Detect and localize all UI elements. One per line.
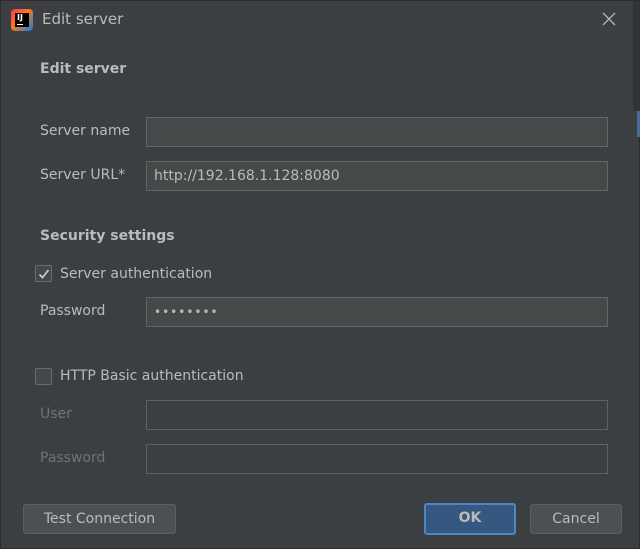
- user-label: User: [40, 406, 72, 422]
- security-settings-title: Security settings: [40, 228, 175, 244]
- http-basic-authentication-label[interactable]: HTTP Basic authentication: [60, 368, 244, 384]
- intellij-idea-icon: IJ: [11, 9, 33, 31]
- server-url-input[interactable]: http://192.168.1.128:8080: [146, 161, 608, 191]
- ok-button[interactable]: OK: [424, 503, 516, 535]
- server-authentication-checkbox[interactable]: [35, 265, 52, 282]
- server-authentication-label[interactable]: Server authentication: [60, 266, 212, 282]
- password-input[interactable]: ••••••••: [146, 297, 608, 327]
- basic-password-input[interactable]: [146, 444, 608, 474]
- background-window-edge: [633, 1, 640, 111]
- server-name-label: Server name: [40, 123, 131, 139]
- checkmark-icon: [38, 269, 50, 279]
- user-input[interactable]: [146, 400, 608, 430]
- cancel-button[interactable]: Cancel: [530, 504, 622, 534]
- title-bar: IJ Edit server: [1, 1, 640, 37]
- password-label: Password: [40, 303, 106, 319]
- http-basic-authentication-checkbox[interactable]: [35, 368, 52, 385]
- server-url-label: Server URL*: [40, 167, 126, 183]
- section-title: Edit server: [40, 61, 127, 77]
- basic-password-label: Password: [40, 450, 106, 466]
- server-name-input[interactable]: [146, 117, 608, 147]
- close-icon[interactable]: [598, 8, 620, 30]
- test-connection-button[interactable]: Test Connection: [23, 504, 176, 534]
- window-title: Edit server: [42, 10, 124, 28]
- edit-server-dialog: IJ Edit server Edit server Server name S…: [0, 0, 640, 549]
